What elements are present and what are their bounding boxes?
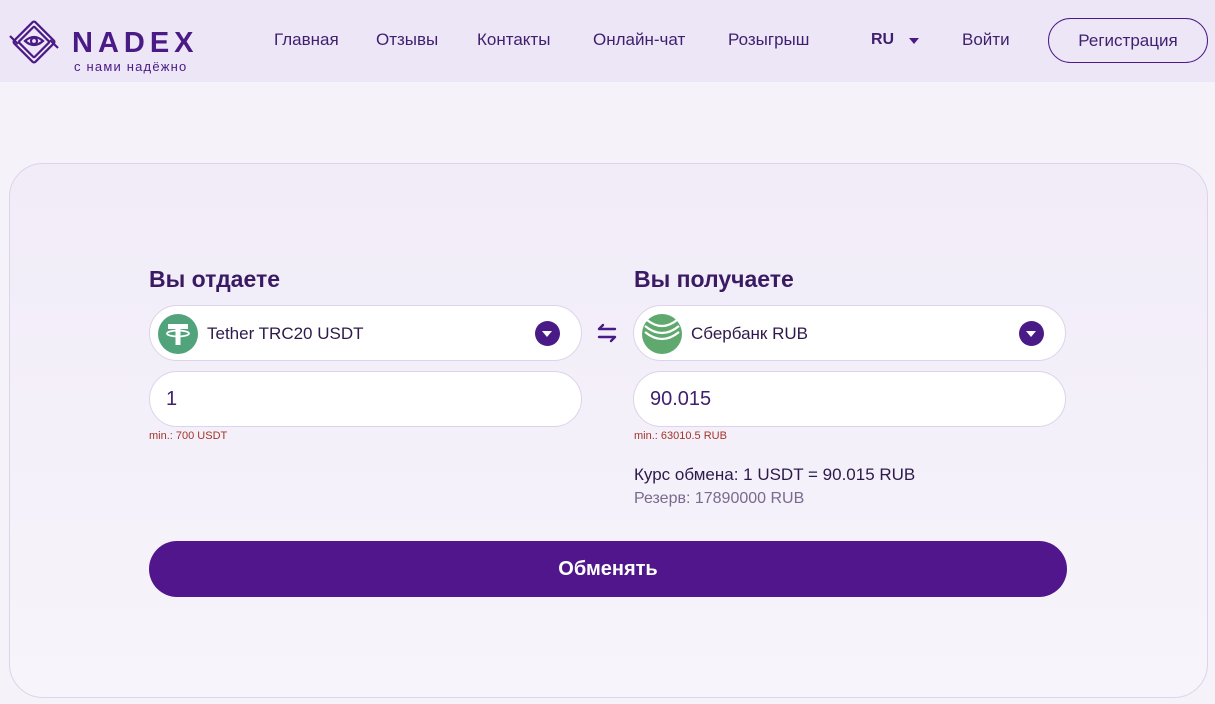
receive-min-note: min.: 63010.5 RUB <box>634 430 727 442</box>
nav-item-reviews[interactable]: Отзывы <box>376 30 438 50</box>
exchange-button[interactable]: Обменять <box>149 541 1067 597</box>
give-currency-label: Tether TRC20 USDT <box>207 324 364 343</box>
exchange-rate: Курс обмена: 1 USDT = 90.015 RUB <box>634 465 916 484</box>
give-currency-select[interactable]: Tether TRC20 USDT <box>149 305 582 361</box>
chevron-down-icon[interactable] <box>1019 321 1044 346</box>
nav-item-online-chat[interactable]: Онлайн-чат <box>593 30 685 50</box>
give-min-note: min.: 700 USDT <box>149 430 228 442</box>
logo[interactable]: NADEX с нами надёжно <box>6 14 206 74</box>
swap-icon[interactable] <box>595 323 619 343</box>
nav-item-home[interactable]: Главная <box>274 30 339 50</box>
brand-name: NADEX <box>72 27 199 59</box>
chevron-down-icon[interactable] <box>535 321 560 346</box>
give-amount-input[interactable] <box>149 371 582 427</box>
sberbank-icon <box>642 314 682 354</box>
tether-icon <box>158 314 198 354</box>
login-link[interactable]: Войти <box>962 30 1010 50</box>
chevron-down-icon[interactable] <box>909 38 919 44</box>
reserve-amount: Резерв: 17890000 RUB <box>634 490 805 507</box>
brand-slogan: с нами надёжно <box>74 59 188 74</box>
give-title: Вы отдаете <box>149 266 281 292</box>
header: NADEX с нами надёжно Главная Отзывы Конт… <box>0 0 1215 82</box>
receive-currency-label: Сбербанк RUB <box>691 324 808 343</box>
receive-title: Вы получаете <box>634 266 794 292</box>
receive-amount-input[interactable] <box>633 371 1066 427</box>
register-button[interactable]: Регистрация <box>1048 18 1208 63</box>
language-selector[interactable]: RU <box>871 30 894 50</box>
logo-icon <box>9 20 59 64</box>
nav-item-giveaway[interactable]: Розыгрыш <box>728 30 809 50</box>
nav-item-contacts[interactable]: Контакты <box>477 30 550 50</box>
receive-currency-select[interactable]: Сбербанк RUB <box>633 305 1066 361</box>
